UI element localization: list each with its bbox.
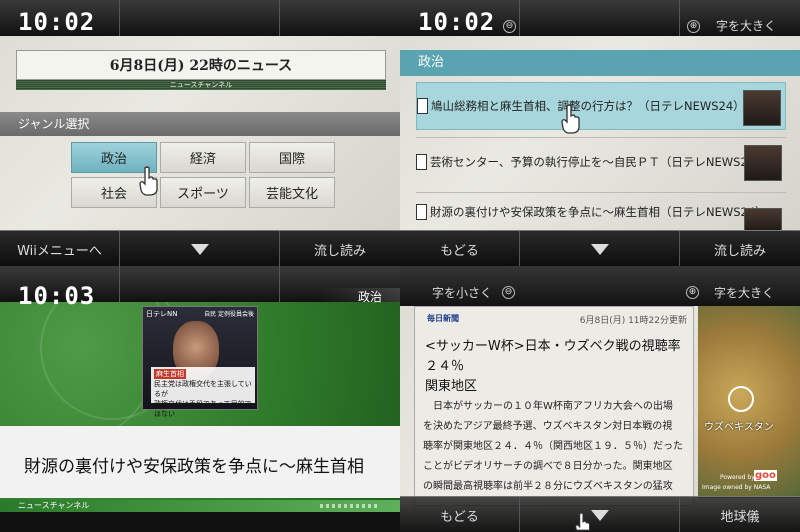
divider (416, 192, 786, 193)
minus-icon[interactable]: ⊖ (502, 286, 515, 299)
body-line: ことがビデオリサーチの調べで８日分かった。関東地区 (423, 461, 673, 472)
document-icon (417, 98, 428, 114)
zoom-out-button[interactable]: 字を小さく (432, 284, 492, 301)
news-title: 6月8日(月) 22時のニュース (16, 50, 386, 80)
hand-cursor-icon (561, 104, 580, 134)
triangle-down-icon (190, 243, 209, 255)
article-title: 芸術センター、予算の執行停止を～自民ＰＴ（日テレNEWS24） (430, 155, 767, 169)
video-top-caption: 自民 定例役員会後 (204, 311, 254, 318)
channel-logo: 日テレNN (146, 310, 178, 318)
document-icon (416, 204, 427, 220)
caption-line: 政権交代は手段であって目的ではない (154, 400, 252, 418)
map-credit: Image owned by NASA (702, 484, 771, 491)
source-logo: 毎日新聞 (427, 314, 459, 323)
caption-name: 麻生首相 (154, 369, 186, 379)
category-tag: 政治 (357, 290, 382, 304)
article-detail-panel: ウズベキスタン Powered by goo Image owned by NA… (400, 266, 800, 532)
article-list-panel: 10:02 ⊖ ⊕ 字を大きく 政治 鳩山総務相と麻生首相、調整の行方は？（日テ… (400, 0, 800, 266)
map-country-label: ウズベキスタン (704, 422, 774, 433)
auto-read-button[interactable]: 流し読み (680, 231, 800, 266)
zoom-in-button[interactable]: 字を大きく (714, 284, 774, 301)
back-button[interactable]: もどる (400, 231, 520, 266)
document-icon (416, 154, 427, 170)
map-powered-by: Powered by (720, 474, 755, 481)
video-caption: 麻生首相 民主党は政権交代を主張しているが 政権交代は手段であって目的ではない (151, 367, 255, 418)
genre-button-economy[interactable]: 経済 (160, 142, 246, 173)
goo-logo: goo (754, 470, 777, 481)
hand-cursor-icon (139, 166, 158, 196)
video-headline-panel: 10:03 政治 日テレNN 自民 定例役員会後 麻生首相 民主党は政権交代を主… (0, 266, 400, 532)
wii-menu-button[interactable]: Wiiメニューへ (0, 231, 120, 266)
scroll-down-button[interactable] (120, 231, 280, 266)
channel-subtitle: ニュースチャンネル (16, 80, 386, 90)
timestamp: 6月8日(月) 11時22分更新 (579, 316, 687, 326)
body-line: を決めたアジア最終予選、ウズベキスタン対日本戦の視 (423, 421, 673, 432)
hand-cursor-icon (575, 512, 591, 531)
scroll-down-button[interactable] (520, 231, 680, 266)
location-marker-icon (728, 386, 754, 412)
article-text: 日本がサッカーの１０年W杯南アフリカ大会への出場 を決めたアジア最終予選、ウズベ… (423, 397, 683, 497)
list-item[interactable]: 芸術センター、予算の執行停止を～自民ＰＴ（日テレNEWS24） (416, 138, 786, 186)
bottom-bar: もどる 流し読み (400, 230, 800, 266)
footer-dots (320, 504, 380, 508)
clock: 10:03 (18, 282, 96, 310)
plus-icon[interactable]: ⊕ (686, 286, 699, 299)
body-line: 聴率が関東地区２４．４％（関西地区１９．５％）だった (423, 441, 683, 452)
triangle-down-icon (590, 509, 609, 521)
news-video[interactable]: 日テレNN 自民 定例役員会後 麻生首相 民主党は政権交代を主張しているが 政権… (142, 306, 258, 418)
zoom-in-button[interactable]: 字を大きく (716, 17, 776, 34)
bottom-bar: もどる 地球儀 (400, 496, 800, 532)
headline: 財源の裏付けや安保政策を争点に～麻生首相 (24, 457, 364, 477)
article-title: 財源の裏付けや安保政策を争点に～麻生首相（日テレNEWS24） (430, 205, 767, 219)
article-headline: <サッカーW杯>日本・ウズベク戦の視聴率２４％ 関東地区 (425, 337, 693, 397)
body-line: の瞬間最高視聴率は前半２８分にウズベキスタンの猛攻 (423, 481, 673, 492)
caption-line: 民主党は政権交代を主張しているが (154, 380, 252, 398)
article-title: 鳩山総務相と麻生首相、調整の行方は？（日テレNEWS24） (431, 99, 745, 113)
minus-icon[interactable]: ⊖ (503, 20, 516, 33)
genre-button-sports[interactable]: スポーツ (160, 177, 246, 208)
body-line: 日本がサッカーの１０年W杯南アフリカ大会への出場 (423, 401, 673, 412)
globe-button[interactable]: 地球儀 (680, 497, 800, 532)
bottom-bar: Wiiメニューへ 流し読み (0, 230, 400, 266)
triangle-down-icon (590, 243, 609, 255)
thumbnail (744, 208, 782, 232)
list-item[interactable]: 鳩山総務相と麻生首相、調整の行方は？（日テレNEWS24） (416, 82, 786, 130)
headline-line: 関東地区 (425, 379, 478, 394)
auto-read-button[interactable]: 流し読み (280, 231, 400, 266)
clock: 10:02 (418, 8, 496, 36)
list-item[interactable]: 財源の裏付けや安保政策を争点に～麻生首相（日テレNEWS24） (416, 194, 786, 232)
genre-heading: ジャンル選択 (0, 112, 400, 136)
scroll-down-button[interactable] (520, 497, 680, 532)
genre-button-international[interactable]: 国際 (249, 142, 335, 173)
plus-icon[interactable]: ⊕ (687, 20, 700, 33)
bottom-strip (0, 512, 400, 532)
thumbnail (743, 90, 781, 126)
back-button[interactable]: もどる (400, 497, 520, 532)
article-body: 毎日新聞 6月8日(月) 11時22分更新 <サッカーW杯>日本・ウズベク戦の視… (414, 306, 694, 506)
category-bar: 政治 (400, 50, 800, 76)
thumbnail (744, 145, 782, 181)
genre-select-panel: 10:02 6月8日(月) 22時のニュース ニュースチャンネル ジャンル選択 … (0, 0, 400, 266)
headline-line: <サッカーW杯>日本・ウズベク戦の視聴率２４％ (425, 339, 681, 374)
clock: 10:02 (18, 8, 96, 36)
genre-button-entertainment[interactable]: 芸能文化 (249, 177, 335, 208)
